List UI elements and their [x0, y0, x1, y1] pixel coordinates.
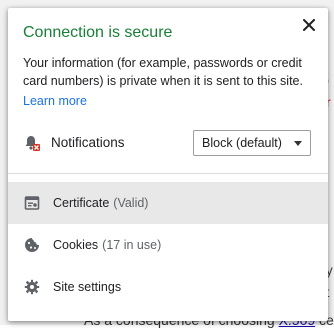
certificate-status: (Valid)	[113, 196, 149, 210]
certificate-label: Certificate	[53, 196, 110, 210]
site-settings-label: Site settings	[53, 280, 122, 294]
close-button[interactable]	[298, 14, 320, 36]
cookies-label: Cookies	[53, 238, 99, 252]
divider	[8, 173, 328, 174]
notifications-permission-row: Notifications Block (default)	[23, 130, 319, 156]
certificate-item[interactable]: Certificate (Valid)	[8, 182, 328, 224]
chevron-down-icon	[294, 141, 302, 146]
notifications-select[interactable]: Block (default)	[193, 130, 311, 156]
close-icon	[303, 19, 315, 31]
connection-status-title: Connection is secure	[23, 24, 173, 41]
notification-blocked-icon	[25, 136, 40, 151]
cookie-icon	[23, 236, 41, 254]
cookies-count: (17 in use)	[102, 238, 162, 252]
site-info-popup: Connection is secure Your information (f…	[8, 8, 328, 321]
learn-more-link[interactable]: Learn more	[23, 94, 87, 108]
cookies-item[interactable]: Cookies (17 in use)	[8, 224, 328, 266]
gear-icon	[23, 278, 41, 296]
notifications-select-value: Block (default)	[202, 136, 282, 150]
certificate-icon	[23, 194, 41, 212]
connection-description: Your information (for example, passwords…	[23, 56, 303, 88]
site-settings-item[interactable]: Site settings	[8, 266, 328, 308]
notifications-label: Notifications	[51, 135, 125, 150]
